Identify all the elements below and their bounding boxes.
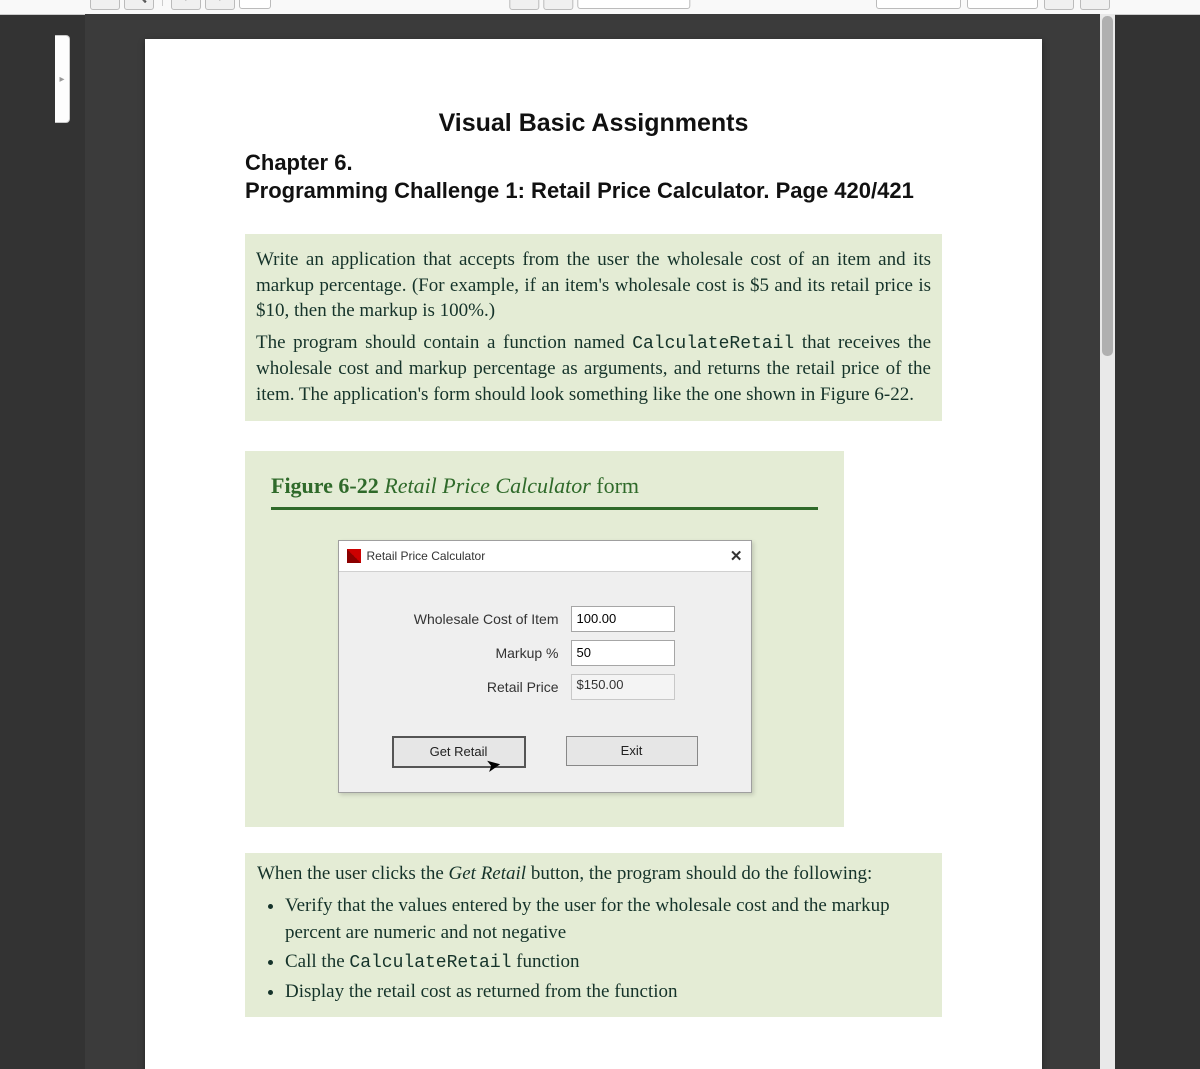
markup-label: Markup % [369, 645, 571, 661]
emphasis: Get Retail [449, 863, 527, 884]
page-title: Visual Basic Assignments [245, 109, 942, 138]
separator [162, 0, 163, 6]
chevron-down-icon: ▾ [678, 0, 684, 2]
scrollbar-track[interactable] [1100, 14, 1115, 1069]
form-body: Wholesale Cost of Item Markup % Retail P… [339, 572, 751, 792]
instructions-box: Write an application that accepts from t… [245, 234, 942, 421]
get-retail-button[interactable]: Get Retail ➤ [392, 736, 526, 768]
steps-intro: When the user clicks the Get Retail butt… [257, 863, 872, 884]
page-number-input[interactable] [239, 0, 271, 9]
text: function [511, 951, 579, 972]
figure-caption: Figure 6-22 Retail Price Calculator form [271, 473, 818, 499]
text: Call the [285, 951, 349, 972]
page-count-label: of 2 [275, 0, 303, 2]
app-icon [347, 549, 361, 563]
wholesale-input[interactable] [571, 606, 675, 632]
instructions-para-2: The program should contain a function na… [256, 330, 931, 408]
close-icon[interactable]: ✕ [730, 547, 743, 565]
app-root: ☰ 🔍 ↑ ↓ of 2 − + Automatic Zoom ▾ View a… [0, 0, 1200, 1069]
list-item: Display the retail cost as returned from… [285, 979, 930, 1006]
code-inline: CalculateRetail [632, 334, 794, 354]
window-title: Retail Price Calculator [367, 549, 486, 563]
form-row-markup: Markup % [369, 640, 721, 666]
form-row-wholesale: Wholesale Cost of Item [369, 606, 721, 632]
more-icon[interactable]: ≫ [1080, 0, 1110, 10]
zoom-in-button[interactable]: + [543, 0, 573, 10]
prev-page-button[interactable]: ↑ [171, 0, 201, 10]
window-titlebar: Retail Price Calculator ✕ [339, 541, 751, 572]
figure-box: Figure 6-22 Retail Price Calculator form… [245, 451, 844, 827]
markup-input[interactable] [571, 640, 675, 666]
retail-label: Retail Price [369, 679, 571, 695]
code-inline: CalculateRetail [349, 953, 511, 973]
next-page-button[interactable]: ↓ [205, 0, 235, 10]
list-item: Verify that the values entered by the us… [285, 893, 930, 946]
zoom-label: Automatic Zoom [584, 0, 671, 2]
steps-list: Verify that the values entered by the us… [285, 893, 930, 1006]
print-icon[interactable]: 🖶 [1044, 0, 1074, 10]
document-page: Visual Basic Assignments Chapter 6. Prog… [145, 39, 1042, 1069]
text: button, the program should do the follow… [526, 863, 872, 884]
pdf-toolbar: ☰ 🔍 ↑ ↓ of 2 − + Automatic Zoom ▾ View a… [0, 0, 1200, 15]
retail-output: $150.00 [571, 674, 675, 700]
wholesale-label: Wholesale Cost of Item [369, 611, 571, 627]
instructions-para-1: Write an application that accepts from t… [256, 247, 931, 324]
button-label: Get Retail [430, 744, 488, 759]
document-viewer: Visual Basic Assignments Chapter 6. Prog… [85, 14, 1115, 1069]
text: The program should contain a function na… [256, 332, 632, 353]
figure-title-tail: form [596, 473, 639, 498]
search-icon[interactable]: 🔍 [124, 0, 154, 10]
figure-underline [271, 507, 818, 510]
button-label: Exit [621, 743, 643, 758]
sample-form-window: Retail Price Calculator ✕ Wholesale Cost… [338, 540, 752, 793]
button-row: Get Retail ➤ Exit [369, 736, 721, 768]
figure-number: Figure 6-22 [271, 473, 379, 498]
sidebar-toggle-button[interactable]: ☰ [90, 0, 120, 10]
chapter-heading: Chapter 6. [245, 150, 942, 176]
form-row-retail: Retail Price $150.00 [369, 674, 721, 700]
view-as-text-button[interactable]: View as Text [876, 0, 961, 9]
side-panel-handle[interactable]: ▸ [55, 35, 70, 123]
text: When the user clicks the [257, 863, 449, 884]
download-button[interactable]: Download [967, 0, 1038, 9]
challenge-heading: Programming Challenge 1: Retail Price Ca… [245, 178, 942, 204]
zoom-out-button[interactable]: − [509, 0, 539, 10]
zoom-select[interactable]: Automatic Zoom ▾ [577, 0, 690, 9]
steps-box: When the user clicks the Get Retail butt… [245, 853, 942, 1018]
cursor-icon: ➤ [485, 753, 504, 776]
figure-title-italic: Retail Price Calculator [384, 473, 596, 498]
list-item: Call the CalculateRetail function [285, 949, 930, 976]
exit-button[interactable]: Exit [566, 736, 698, 766]
scrollbar-thumb[interactable] [1102, 16, 1113, 356]
